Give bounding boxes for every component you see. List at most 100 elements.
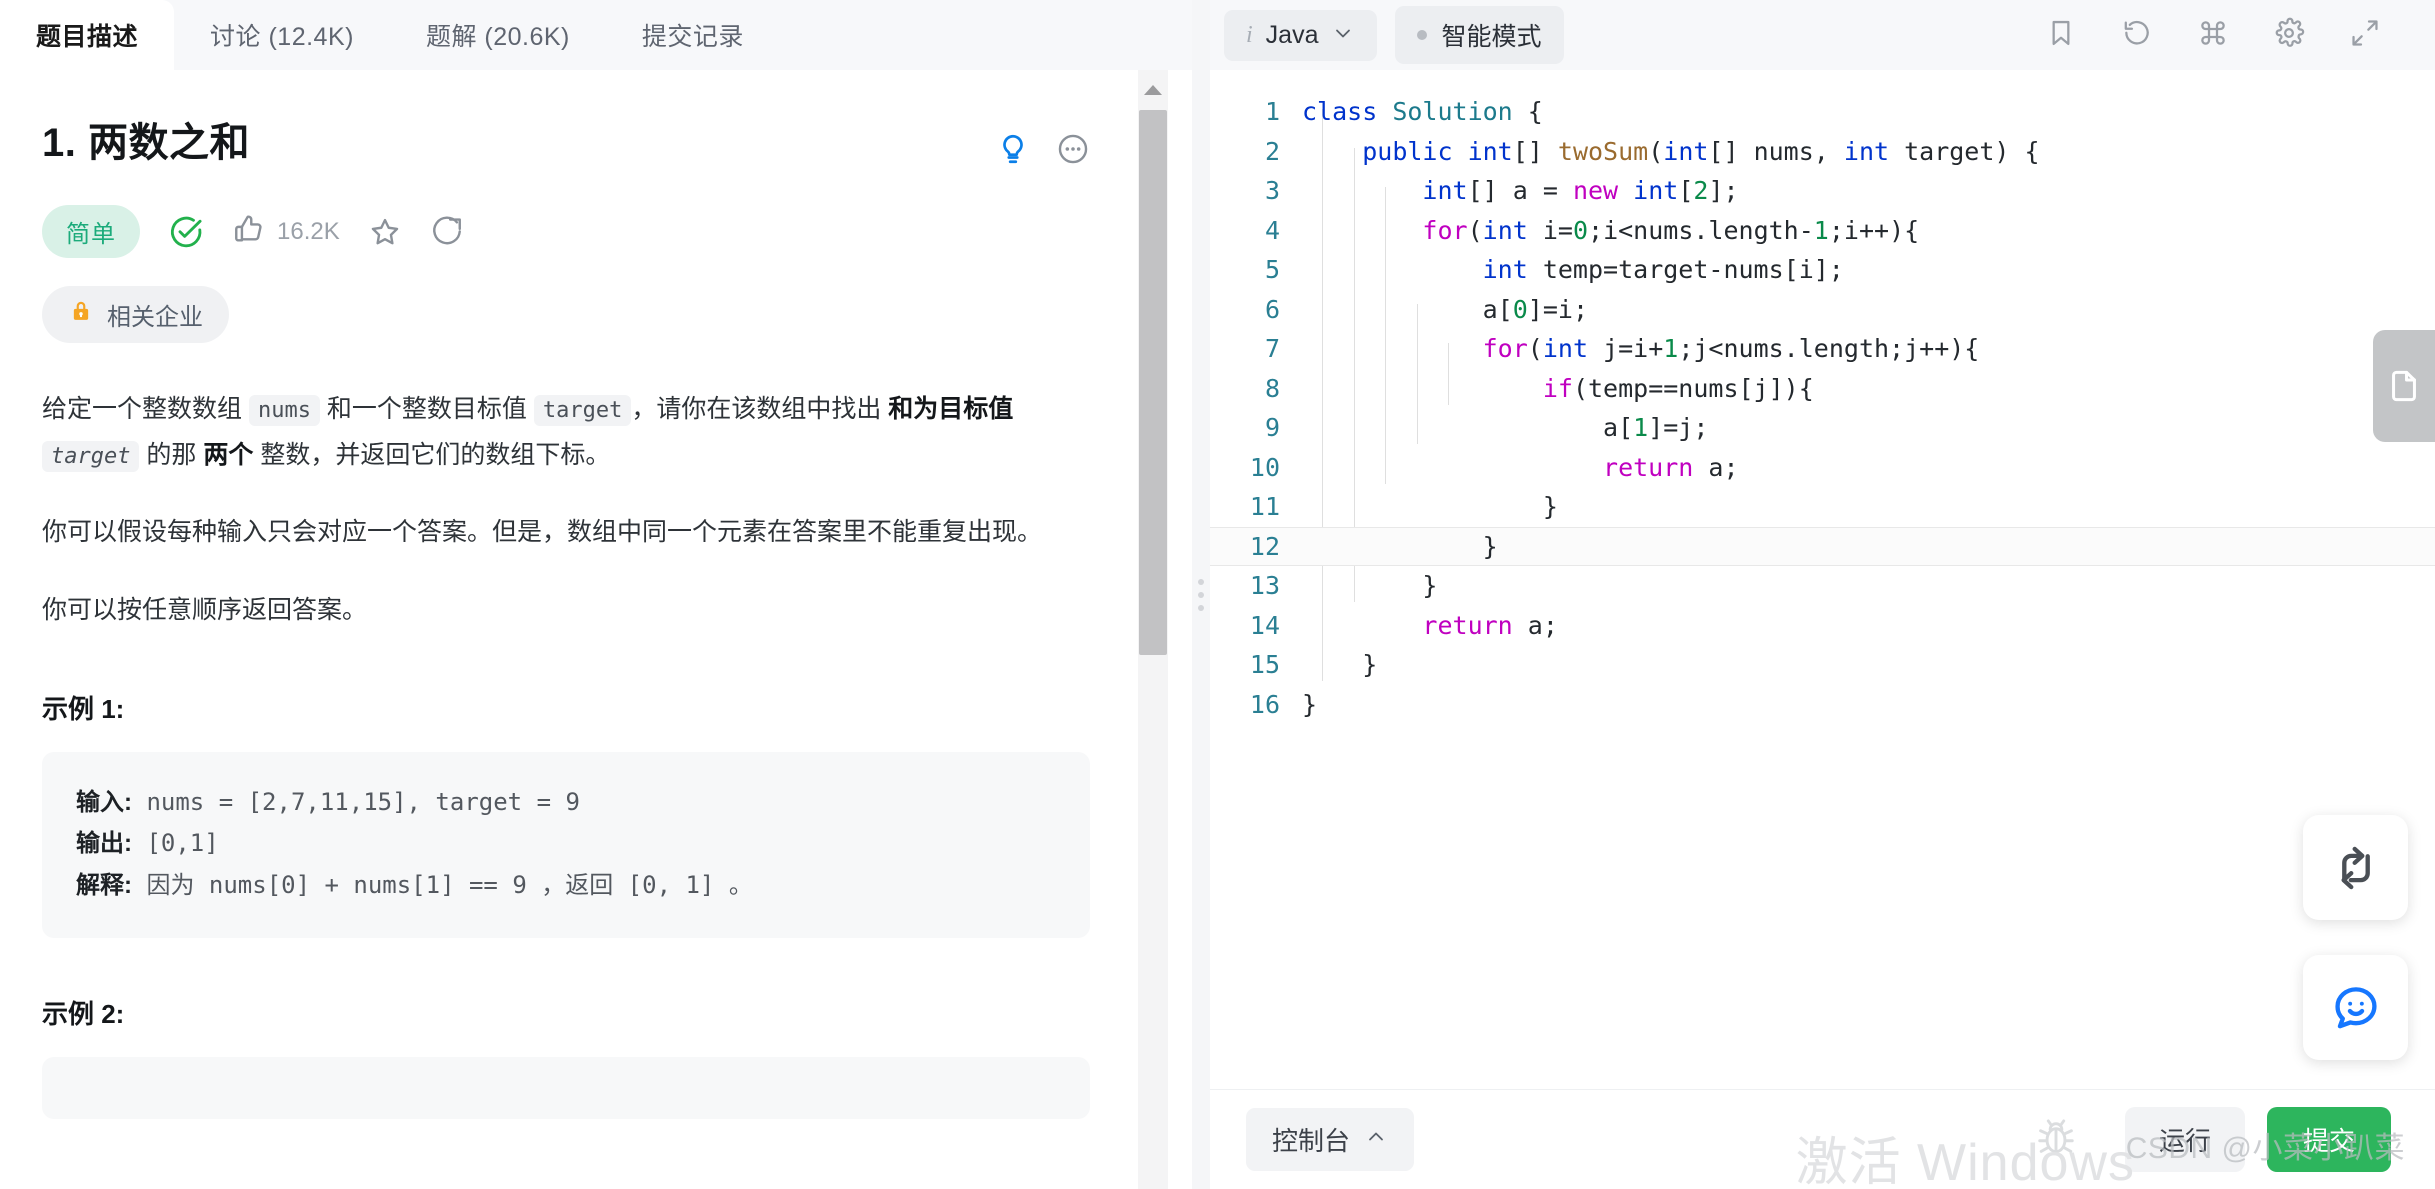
divider-grip-icon[interactable]: [1198, 578, 1204, 611]
code-line-text: return a;: [1422, 610, 1558, 640]
example-1-explain-line: 解释: 因为 nums[0] + nums[1] == 9 ，返回 [0, 1]…: [76, 865, 1056, 906]
desc-text: 的那: [139, 440, 204, 469]
editor-topbar-icons: [2045, 17, 2435, 54]
lightbulb-icon[interactable]: [996, 132, 1030, 171]
code-line[interactable]: 5 int temp=target-nums[i];: [1210, 250, 2435, 290]
problem-panel: 题目描述 讨论 (12.4K) 题解 (20.6K) 提交记录 1. 两数之和: [0, 0, 1192, 1189]
bookmark-icon[interactable]: [2045, 17, 2077, 54]
line-number: 12: [1249, 531, 1280, 561]
submit-button[interactable]: 提交: [2266, 1107, 2391, 1172]
code-line-text: if(temp==nums[j]){: [1542, 373, 1814, 403]
example-2-box: [42, 1056, 1090, 1119]
code-line[interactable]: 15 }: [1210, 645, 2435, 685]
inline-code-nums: nums: [248, 395, 320, 426]
editor-panel: i Java 智能模式 1 class Solution {2 public …: [1210, 0, 2435, 1189]
code-line-text: return a;: [1603, 452, 1739, 482]
chat-smiley-icon[interactable]: [2303, 955, 2408, 1060]
line-number: 13: [1249, 571, 1280, 601]
info-icon: i: [1246, 21, 1253, 48]
scroll-up-arrow-icon[interactable]: [1138, 70, 1168, 110]
share-icon[interactable]: [430, 215, 464, 249]
line-number: 9: [1264, 413, 1280, 443]
editor-bottom-bar: 控制台 运行 提交 激活 Windows CSDN @小菜小趴菜: [1210, 1089, 2435, 1189]
line-number: 1: [1264, 97, 1280, 127]
code-line[interactable]: 8 if(temp==nums[j]){: [1210, 369, 2435, 409]
line-number: 14: [1249, 610, 1280, 640]
code-line[interactable]: 6 a[0]=i;: [1210, 290, 2435, 330]
line-number: 10: [1249, 452, 1280, 482]
chevron-up-icon: [1364, 1125, 1388, 1154]
tab-solutions[interactable]: 题解 (20.6K): [390, 0, 606, 70]
line-number: 8: [1264, 373, 1280, 403]
line-number: 4: [1264, 215, 1280, 245]
related-companies-badge[interactable]: 相关企业: [42, 286, 229, 343]
run-button[interactable]: 运行: [2124, 1107, 2245, 1172]
example-output-label: 输出:: [76, 830, 132, 858]
code-line[interactable]: 11 }: [1210, 487, 2435, 527]
scrollbar-thumb[interactable]: [1139, 110, 1167, 655]
editor-actions: 运行 提交: [2031, 1107, 2391, 1172]
code-line-text: }: [1422, 571, 1438, 601]
code-line[interactable]: 3 int[] a = new int[2];: [1210, 171, 2435, 211]
language-name: Java: [1265, 20, 1319, 49]
code-line[interactable]: 14 return a;: [1210, 606, 2435, 646]
example-input-value: nums = [2,7,11,15], target = 9: [132, 788, 580, 816]
code-line[interactable]: 4 for(int i=0;i<nums.length-1;i++){: [1210, 211, 2435, 251]
code-line-text: }: [1302, 689, 1318, 719]
code-line[interactable]: 1 class Solution {: [1210, 92, 2435, 132]
leetcode-workspace: 题目描述 讨论 (12.4K) 题解 (20.6K) 提交记录 1. 两数之和: [0, 0, 2435, 1189]
like-button[interactable]: 16.2K: [232, 212, 340, 251]
description-paragraph-3: 你可以按任意顺序返回答案。: [42, 595, 368, 624]
more-options-icon[interactable]: [1056, 132, 1090, 171]
code-line-text: class Solution {: [1302, 97, 1543, 127]
code-editor[interactable]: 1 class Solution { 2 public int[] twoSum(i…: [1210, 70, 2435, 1089]
console-label: 控制台: [1272, 1126, 1351, 1156]
line-number: 15: [1249, 650, 1280, 680]
desc-bold-1: 和为目标值: [888, 395, 1014, 423]
code-line[interactable]: 16}: [1210, 685, 2435, 725]
problem-scrollbar[interactable]: [1138, 70, 1168, 1189]
desc-text: ，请你在该数组中找出: [631, 395, 889, 423]
star-icon[interactable]: [368, 215, 402, 249]
settings-gear-icon[interactable]: [2273, 17, 2305, 54]
line-number: 11: [1249, 492, 1280, 522]
code-line[interactable]: 2 public int[] twoSum(int[] nums, int ta…: [1210, 132, 2435, 172]
bug-icon[interactable]: [2031, 1112, 2081, 1167]
company-row: 相关企业: [42, 286, 1090, 343]
code-lines: 1 class Solution { 2 public int[] twoSum(i…: [1210, 70, 2435, 724]
problem-scroll-area[interactable]: 1. 两数之和 简单 16.2K 相关企业 给定一个整数数组 nums 和一个整…: [0, 70, 1192, 1189]
code-line[interactable]: 12 }: [1210, 526, 2435, 566]
check-circle-icon[interactable]: [168, 214, 204, 250]
tab-description[interactable]: 题目描述: [0, 0, 175, 70]
code-line[interactable]: 10 return a;: [1210, 448, 2435, 488]
note-document-icon[interactable]: [2373, 330, 2435, 442]
code-line[interactable]: 9 a[1]=j;: [1210, 408, 2435, 448]
example-output-value: [0,1]: [132, 829, 219, 858]
title-row: 1. 两数之和: [42, 118, 1090, 171]
smart-mode-label: 智能模式: [1441, 23, 1542, 51]
code-line-text: int temp=target-nums[i];: [1482, 255, 1844, 285]
tab-submissions[interactable]: 提交记录: [606, 0, 780, 70]
fullscreen-icon[interactable]: [2349, 17, 2381, 54]
console-toggle-button[interactable]: 控制台: [1246, 1108, 1415, 1171]
code-line[interactable]: 7 for(int j=i+1;j<nums.length;j++){: [1210, 329, 2435, 369]
page-title: 1. 两数之和: [42, 121, 250, 165]
inline-code-target-2: target: [42, 440, 140, 472]
tab-discussion[interactable]: 讨论 (12.4K): [174, 0, 390, 70]
tab-submissions-label: 提交记录: [641, 23, 744, 51]
line-number: 2: [1264, 136, 1280, 166]
language-selector[interactable]: i Java: [1224, 9, 1378, 61]
code-line[interactable]: 13 }: [1210, 566, 2435, 606]
example-1-box: 输入: nums = [2,7,11,15], target = 9 输出: […: [42, 752, 1090, 938]
code-line-text: public int[] twoSum(int[] nums, int targ…: [1362, 136, 2040, 166]
code-line-text: a[0]=i;: [1482, 294, 1589, 324]
shortcuts-icon[interactable]: [2197, 17, 2229, 54]
swap-arrows-icon[interactable]: [2303, 815, 2408, 920]
reset-icon[interactable]: [2121, 17, 2153, 54]
desc-bold-2: 两个: [203, 440, 254, 469]
example-explain-value: 因为 nums[0] + nums[1] == 9 ，返回 [0, 1] 。: [132, 870, 753, 899]
example-2-heading: 示例 2:: [42, 998, 125, 1029]
description-paragraph-2: 你可以假设每种输入只会对应一个答案。但是，数组中同一个元素在答案里不能重复出现。: [42, 518, 1043, 546]
panel-divider[interactable]: [1192, 0, 1210, 1189]
smart-mode-toggle[interactable]: 智能模式: [1395, 6, 1564, 64]
